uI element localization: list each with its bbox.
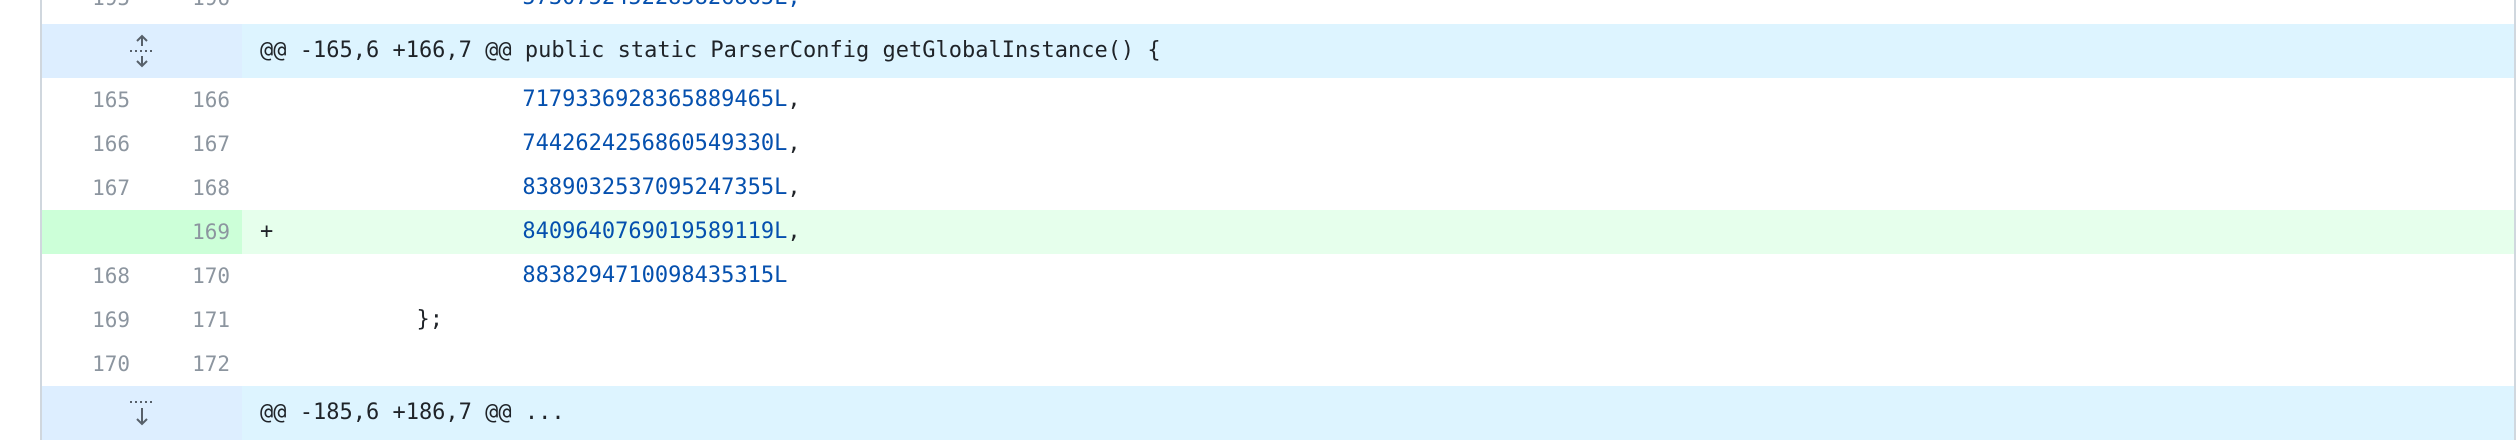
new-line-number: 171	[192, 308, 230, 332]
old-line-number: 165	[92, 88, 130, 112]
code-value: 7442624256860549330L	[522, 131, 788, 156]
diff-marker	[260, 298, 284, 342]
diff-marker	[260, 122, 284, 166]
new-line-number: 196	[142, 0, 242, 24]
hunk-header-bottom: @@ -185,6 +186,7 @@ ...	[242, 386, 2514, 440]
new-line-number: 170	[192, 264, 230, 288]
old-line-number: 168	[92, 264, 130, 288]
code-value: 8409640769019589119L	[522, 219, 788, 244]
new-line-number: 168	[192, 176, 230, 200]
new-line-number: 172	[192, 352, 230, 376]
diff-line-context: 169 171 };	[42, 298, 2514, 342]
hunk-header-row: @@ -165,6 +166,7 @@ public static Parser…	[42, 24, 2514, 78]
code-line: 8838294710098435315L	[242, 254, 2514, 298]
expand-down-icon	[130, 401, 154, 426]
diff-marker	[260, 166, 284, 210]
new-line-number: 167	[192, 132, 230, 156]
code-value: 7179336928365889465L	[522, 87, 788, 112]
old-line-number: 170	[92, 352, 130, 376]
diff-line-context: 165 166 7179336928365889465L,	[42, 78, 2514, 122]
expand-icon	[130, 34, 154, 68]
new-line-number: 169	[142, 210, 242, 254]
code-value: 8389032537095247355L	[522, 175, 788, 200]
old-line-number: 166	[92, 132, 130, 156]
code-tail: ,	[787, 175, 801, 200]
diff-line-context: 170 172	[42, 342, 2514, 386]
new-line-number: 166	[192, 88, 230, 112]
expand-down-button[interactable]	[42, 386, 242, 440]
code-line: 7179336928365889465L,	[242, 78, 2514, 122]
hunk-header: @@ -165,6 +166,7 @@ public static Parser…	[242, 24, 2514, 78]
diff-view: 195 196 5730752452285826865L, @@ -165,6 …	[40, 0, 2516, 440]
code-line: 8389032537095247355L,	[242, 166, 2514, 210]
code-line: 7442624256860549330L,	[242, 122, 2514, 166]
old-line-number: 167	[92, 176, 130, 200]
code-tail: };	[416, 307, 443, 332]
old-line-number: 169	[92, 308, 130, 332]
expand-up-button[interactable]	[42, 24, 242, 78]
old-line-number: 195	[42, 0, 142, 24]
code-value: 5730752452285826865L,	[522, 0, 800, 10]
diff-line-context: 166 167 7442624256860549330L,	[42, 122, 2514, 166]
code-line: 5730752452285826865L,	[242, 0, 2514, 24]
diff-marker	[260, 78, 284, 122]
code-tail: ,	[787, 219, 801, 244]
code-line: + 8409640769019589119L,	[242, 210, 2514, 254]
diff-marker	[260, 254, 284, 298]
diff-line-added: 169 + 8409640769019589119L,	[42, 210, 2514, 254]
diff-line-context: 168 170 8838294710098435315L	[42, 254, 2514, 298]
code-line	[242, 342, 2514, 386]
hunk-header-row-bottom: @@ -185,6 +186,7 @@ ...	[42, 386, 2514, 440]
code-tail: ,	[787, 87, 801, 112]
old-line-number	[42, 210, 142, 254]
code-tail: ,	[787, 131, 801, 156]
code-line: };	[242, 298, 2514, 342]
diff-line-partial: 195 196 5730752452285826865L,	[42, 0, 2514, 24]
code-value: 8838294710098435315L	[522, 263, 788, 288]
diff-marker	[260, 342, 284, 386]
diff-marker: +	[260, 219, 274, 244]
diff-line-context: 167 168 8389032537095247355L,	[42, 166, 2514, 210]
